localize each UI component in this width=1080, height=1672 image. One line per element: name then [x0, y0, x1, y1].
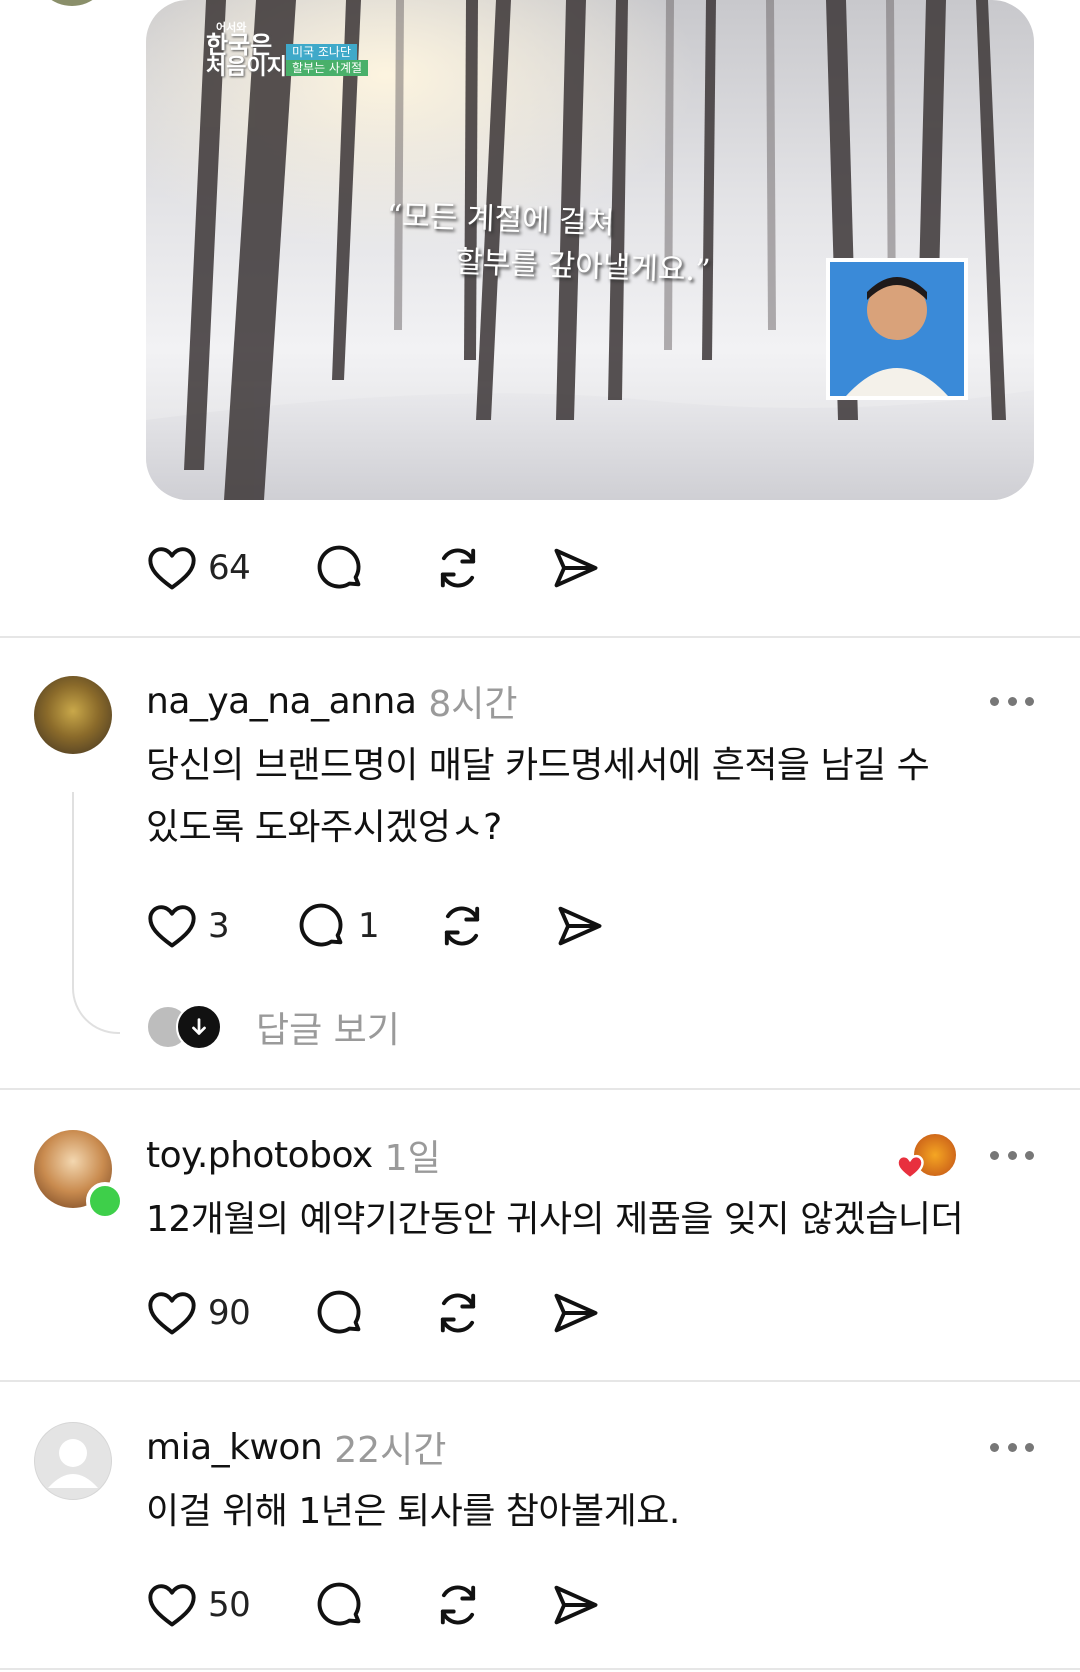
username[interactable]: mia_kwon — [146, 1427, 323, 1468]
share-button[interactable] — [550, 1283, 602, 1343]
reply-thread-line — [72, 792, 120, 1034]
share-icon — [554, 1293, 598, 1333]
share-button[interactable] — [550, 538, 602, 598]
comment-header: mia_kwon 22시간 — [146, 1422, 446, 1472]
share-icon — [554, 1585, 598, 1625]
comment-icon — [299, 903, 343, 947]
comment-actions: 50 — [146, 1575, 606, 1635]
show-tag: 미국 조나단 할부는 사계절 — [286, 44, 369, 76]
online-indicator — [86, 1182, 124, 1220]
image-caption-line2: 할부를 갚아낼게요.” — [454, 244, 711, 289]
comment-button[interactable] — [314, 1283, 366, 1343]
comment-icon — [317, 1290, 361, 1334]
repost-button[interactable] — [432, 538, 484, 598]
previous-author-avatar[interactable] — [34, 0, 110, 6]
repost-icon — [444, 906, 480, 946]
more-icon[interactable] — [990, 1441, 1034, 1453]
more-icon[interactable] — [990, 1149, 1034, 1161]
reply-count: 1 — [358, 906, 380, 946]
view-replies-label: 답글 보기 — [256, 1010, 400, 1051]
like-count: 90 — [208, 1293, 251, 1333]
username[interactable]: toy.photobox — [146, 1135, 373, 1176]
like-count: 50 — [208, 1585, 251, 1625]
like-button[interactable]: 90 — [146, 1283, 251, 1343]
username[interactable]: na_ya_na_anna — [146, 681, 417, 722]
comment-button[interactable] — [314, 538, 366, 598]
heart-icon — [148, 1584, 196, 1627]
comment-actions: 90 — [146, 1283, 606, 1343]
comment-header: toy.photobox 1일 — [146, 1130, 441, 1180]
divider — [0, 636, 1080, 638]
repost-button[interactable] — [436, 896, 488, 956]
comment-text: 이걸 위해 1년은 퇴사를 참아볼게요. — [146, 1491, 680, 1532]
like-button[interactable]: 50 — [146, 1575, 251, 1635]
like-count: 64 — [208, 548, 251, 588]
share-button[interactable] — [550, 1575, 602, 1635]
show-tag-line2: 할부는 사계절 — [286, 60, 369, 76]
divider — [0, 1088, 1080, 1090]
like-button[interactable]: 64 — [146, 538, 251, 598]
comment-text: 12개월의 예약기간동안 귀사의 제품을 잊지 않겠습니더 — [146, 1199, 964, 1240]
heart-icon — [148, 1292, 196, 1335]
heart-icon — [896, 1154, 924, 1180]
view-replies[interactable]: 답글 보기 — [146, 1003, 400, 1051]
timestamp: 8시간 — [428, 684, 518, 725]
divider — [0, 1380, 1080, 1382]
share-button[interactable] — [554, 896, 606, 956]
repost-icon — [440, 1293, 476, 1333]
like-count: 3 — [208, 906, 230, 946]
post-image[interactable]: 어서와 한국은 처음이지? 미국 조나단 할부는 사계절 “모든 계절에 걸쳐 … — [146, 0, 1034, 500]
arrow-down-icon — [176, 1004, 222, 1050]
repost-icon — [440, 1585, 476, 1625]
comment-header: na_ya_na_anna 8시간 — [146, 676, 518, 726]
comment-button[interactable] — [314, 1575, 366, 1635]
avatar[interactable] — [34, 1422, 112, 1500]
comment-icon — [317, 1582, 361, 1626]
show-tag-line1: 미국 조나단 — [286, 44, 358, 60]
heart-icon — [148, 547, 196, 590]
post-actions: 64 — [146, 538, 606, 598]
avatar[interactable] — [34, 676, 112, 754]
comment-button[interactable]: 1 — [296, 896, 380, 956]
divider — [0, 1668, 1080, 1670]
repost-button[interactable] — [432, 1283, 484, 1343]
timestamp: 22시간 — [334, 1430, 447, 1471]
comment-actions: 3 1 — [146, 896, 616, 956]
timestamp: 1일 — [384, 1138, 441, 1179]
share-icon — [554, 548, 598, 588]
default-user-icon — [48, 1439, 98, 1488]
repost-button[interactable] — [432, 1575, 484, 1635]
comment-icon — [317, 545, 361, 589]
share-icon — [558, 906, 602, 946]
heart-icon — [148, 905, 196, 948]
author-liked-badge — [894, 1130, 958, 1186]
comment-text: 당신의 브랜드명이 매달 카드명세서에 흔적을 남길 수 있도록 도와주시겠엉ㅅ… — [146, 745, 930, 848]
like-button[interactable]: 3 — [146, 896, 230, 956]
repost-icon — [440, 548, 476, 588]
image-caption: “모든 계절에 걸쳐 할부를 갚아낼게요.” — [385, 194, 713, 293]
more-icon[interactable] — [990, 695, 1034, 707]
